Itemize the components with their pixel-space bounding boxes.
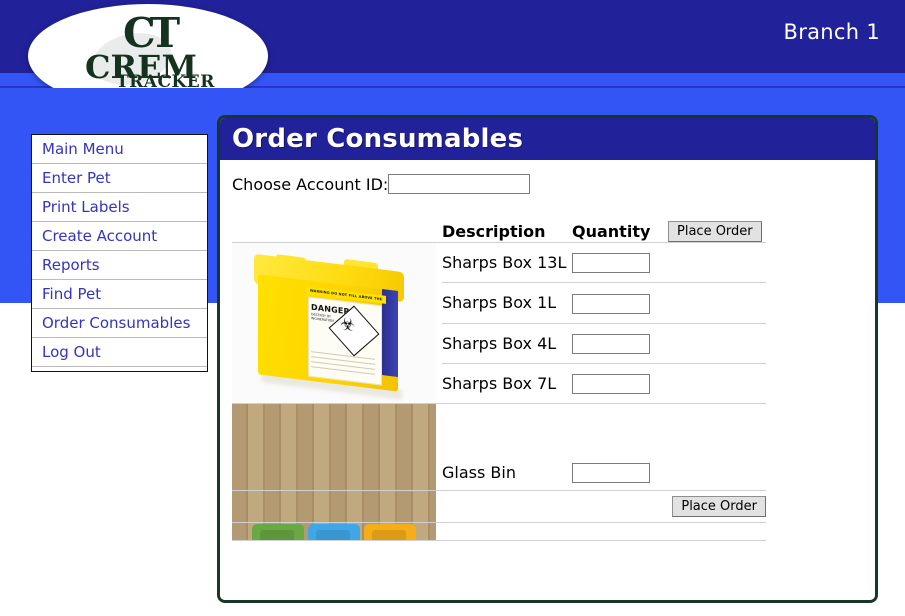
- table-header-row: Description Quantity Place Order: [232, 220, 766, 243]
- quantity-cell-sharps-box-4l: [572, 323, 668, 364]
- header-quantity: Quantity: [572, 220, 668, 243]
- action-cell-empty-2: [668, 282, 766, 324]
- table-row: WARNING DO NOT FILL ABOVE THE LINE DANGE…: [232, 242, 766, 404]
- quantity-cell-sharps-box-1l: [572, 282, 668, 324]
- panel-title-bar: Order Consumables: [220, 118, 875, 160]
- sidebar-item-create-account[interactable]: Create Account: [32, 222, 207, 251]
- sharps-box-image-cell: WARNING DO NOT FILL ABOVE THE LINE DANGE…: [232, 242, 442, 404]
- place-order-button-top[interactable]: Place Order: [668, 221, 762, 242]
- quantity-input-sharps-box-1l[interactable]: [572, 293, 650, 314]
- description-sharps-box-1l: Sharps Box 1L: [442, 282, 572, 324]
- quantity-input-sharps-box-13l[interactable]: [572, 253, 650, 274]
- quantity-input-glass-bin[interactable]: [572, 462, 650, 483]
- account-id-row: Choose Account ID:: [220, 160, 875, 200]
- sidebar-item-find-pet[interactable]: Find Pet: [32, 280, 207, 309]
- panel-body: Choose Account ID: Description Quantity …: [220, 160, 875, 600]
- quantity-cell-sharps-box-7l: [572, 363, 668, 405]
- table-head: Description Quantity Place Order: [232, 220, 766, 243]
- header-description: Description: [442, 220, 572, 243]
- biohazard-icon: ☣: [340, 314, 356, 336]
- account-id-label: Choose Account ID:: [232, 174, 389, 194]
- sidebar-item-log-out[interactable]: Log Out: [32, 338, 207, 367]
- sidebar-menu: Main Menu Enter Pet Print Labels Create …: [31, 134, 208, 372]
- bottom-action-bar: Place Order: [232, 490, 766, 523]
- description-sharps-box-7l: Sharps Box 7L: [442, 363, 572, 405]
- action-cell-empty-4: [668, 363, 766, 405]
- sidebar-item-print-labels[interactable]: Print Labels: [32, 193, 207, 222]
- description-sharps-box-13l: Sharps Box 13L: [442, 242, 572, 284]
- quantity-input-sharps-box-4l[interactable]: [572, 333, 650, 354]
- place-order-button-bottom[interactable]: Place Order: [672, 496, 766, 517]
- page-title: Order Consumables: [232, 124, 524, 154]
- description-sharps-box-4l: Sharps Box 4L: [442, 323, 572, 364]
- action-cell-empty-3: [668, 323, 766, 364]
- sidebar-item-reports[interactable]: Reports: [32, 251, 207, 280]
- sharps-box-photo: WARNING DO NOT FILL ABOVE THE LINE DANGE…: [232, 243, 436, 403]
- quantity-input-sharps-box-7l[interactable]: [572, 374, 650, 395]
- account-id-input[interactable]: [388, 174, 531, 194]
- order-consumables-panel: Order Consumables Choose Account ID: Des…: [217, 115, 878, 603]
- header-image-col: [232, 220, 442, 243]
- header-action-cell: Place Order: [668, 220, 766, 243]
- branch-label: Branch 1: [783, 20, 880, 44]
- sidebar-item-order-consumables[interactable]: Order Consumables: [32, 309, 207, 338]
- sidebar-item-main-menu[interactable]: Main Menu: [32, 135, 207, 164]
- action-cell-empty-1: [668, 242, 766, 284]
- quantity-cell-sharps-box-13l: [572, 242, 668, 284]
- sidebar-item-enter-pet[interactable]: Enter Pet: [32, 164, 207, 193]
